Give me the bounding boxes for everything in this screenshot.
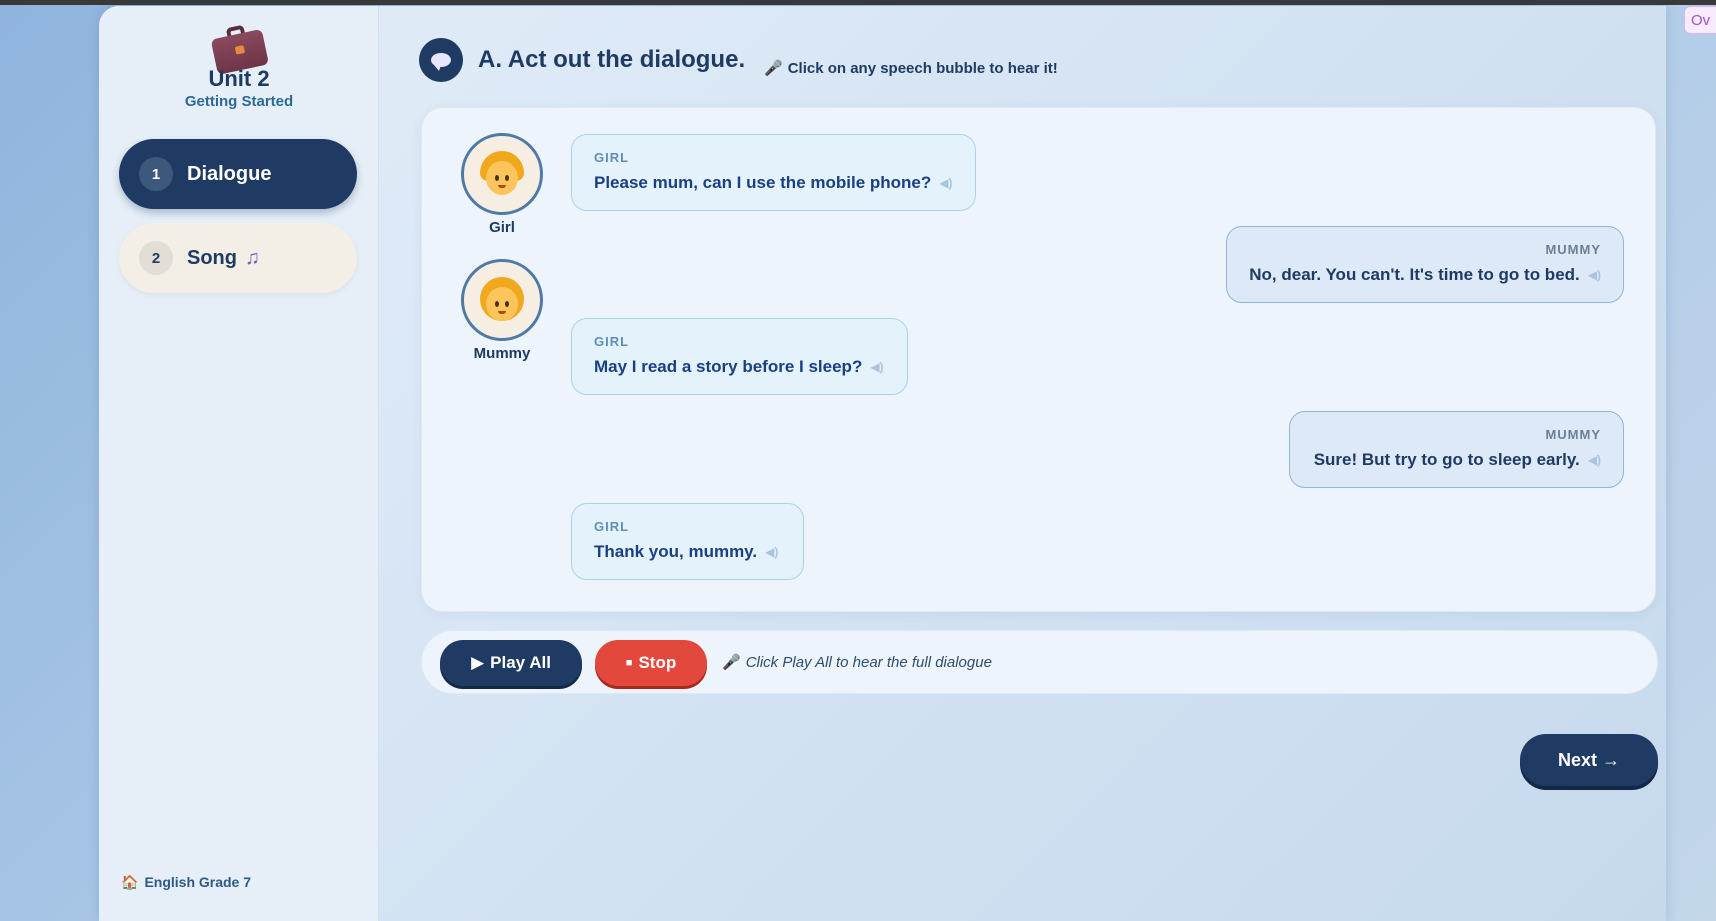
sidebar-item-dialogue[interactable]: 1 Dialogue <box>119 139 357 209</box>
speaker-label: MUMMY <box>1545 427 1601 442</box>
speaker-label: GIRL <box>594 519 630 534</box>
character-name: Girl <box>489 219 515 236</box>
house-icon: 🏠 <box>121 874 139 890</box>
microphone-icon: 🎤 <box>764 60 783 77</box>
dialogue-card: Girl Mummy GIRL Please mum, can I use th… <box>421 107 1656 612</box>
nav-number: 1 <box>139 157 173 191</box>
speaker-icon: ◀) <box>765 545 779 559</box>
section-title: A. Act out the dialogue. <box>478 46 746 73</box>
stop-label: Stop <box>638 653 677 672</box>
girl-avatar <box>461 133 543 215</box>
unit-subtitle: Getting Started <box>184 93 294 110</box>
speaker-label: MUMMY <box>1545 242 1601 257</box>
bubble-text: May I read a story before I sleep? <box>594 357 863 376</box>
sidebar-item-label: Song <box>187 246 237 269</box>
browser-top-bar <box>0 0 1716 5</box>
speech-bubble[interactable]: GIRL Please mum, can I use the mobile ph… <box>571 134 976 211</box>
character-mummy: Mummy <box>452 259 552 362</box>
sidebar: Unit 2 Getting Started 1 Dialogue 2 Song… <box>99 6 379 921</box>
speaker-icon: ◀) <box>1587 453 1601 467</box>
speech-bubble[interactable]: GIRL May I read a story before I sleep? ◀… <box>571 318 908 395</box>
speaker-label: GIRL <box>594 334 630 349</box>
speaker-label: GIRL <box>594 150 630 165</box>
bubble-text: Thank you, mummy. <box>594 542 758 561</box>
unit-title: Unit 2 <box>208 66 270 91</box>
controls-hint-text: Click Play All to hear the full dialogue <box>745 654 992 671</box>
playback-controls: ▶ Play All ■ Stop 🎤 Click Play All to hear … <box>421 630 1658 694</box>
controls-hint: 🎤 Click Play All to hear the full dialogu… <box>722 653 992 671</box>
stop-button[interactable]: ■ Stop <box>595 640 707 686</box>
stop-icon: ■ <box>625 657 633 669</box>
section-hint: 🎤 Click on any speech bubble to hear it! <box>764 59 1058 77</box>
speaker-icon: ◀) <box>870 360 884 374</box>
home-link-label: English Grade 7 <box>144 874 252 890</box>
app-window: Unit 2 Getting Started 1 Dialogue 2 Song… <box>99 6 1666 921</box>
character-name: Mummy <box>473 345 531 362</box>
girl-emoji-icon <box>480 151 524 197</box>
bubble-text: Sure! But try to go to sleep early. <box>1313 450 1580 469</box>
corner-tab[interactable]: Ov <box>1684 6 1716 34</box>
speaker-icon: ◀) <box>1587 268 1601 282</box>
nav-number: 2 <box>139 241 173 275</box>
play-all-label: Play All <box>490 653 551 672</box>
mother-emoji-icon <box>480 277 524 323</box>
play-icon: ▶ <box>471 653 485 672</box>
speaker-icon: ◀) <box>939 176 953 190</box>
speech-bubble-icon <box>419 38 463 82</box>
speech-bubble[interactable]: GIRL Thank you, mummy. ◀) <box>571 503 804 580</box>
microphone-icon: 🎤 <box>722 654 741 671</box>
music-note-icon: ♫ <box>245 246 260 269</box>
character-girl: Girl <box>452 133 552 236</box>
mummy-avatar <box>461 259 543 341</box>
section-hint-text: Click on any speech bubble to hear it! <box>787 60 1058 77</box>
home-link[interactable]: 🏠 English Grade 7 <box>121 874 251 891</box>
play-all-button[interactable]: ▶ Play All <box>440 640 582 686</box>
bubble-text: Please mum, can I use the mobile phone? <box>594 173 932 192</box>
speech-bubble[interactable]: MUMMY No, dear. You can't. It's time to … <box>1226 226 1624 303</box>
next-button[interactable]: Next → <box>1520 734 1658 786</box>
sidebar-item-label: Dialogue <box>187 162 272 185</box>
speech-bubble[interactable]: MUMMY Sure! But try to go to sleep early… <box>1289 411 1624 488</box>
sidebar-item-song[interactable]: 2 Song ♫ <box>119 223 357 293</box>
bubble-text: No, dear. You can't. It's time to go to … <box>1249 265 1580 284</box>
